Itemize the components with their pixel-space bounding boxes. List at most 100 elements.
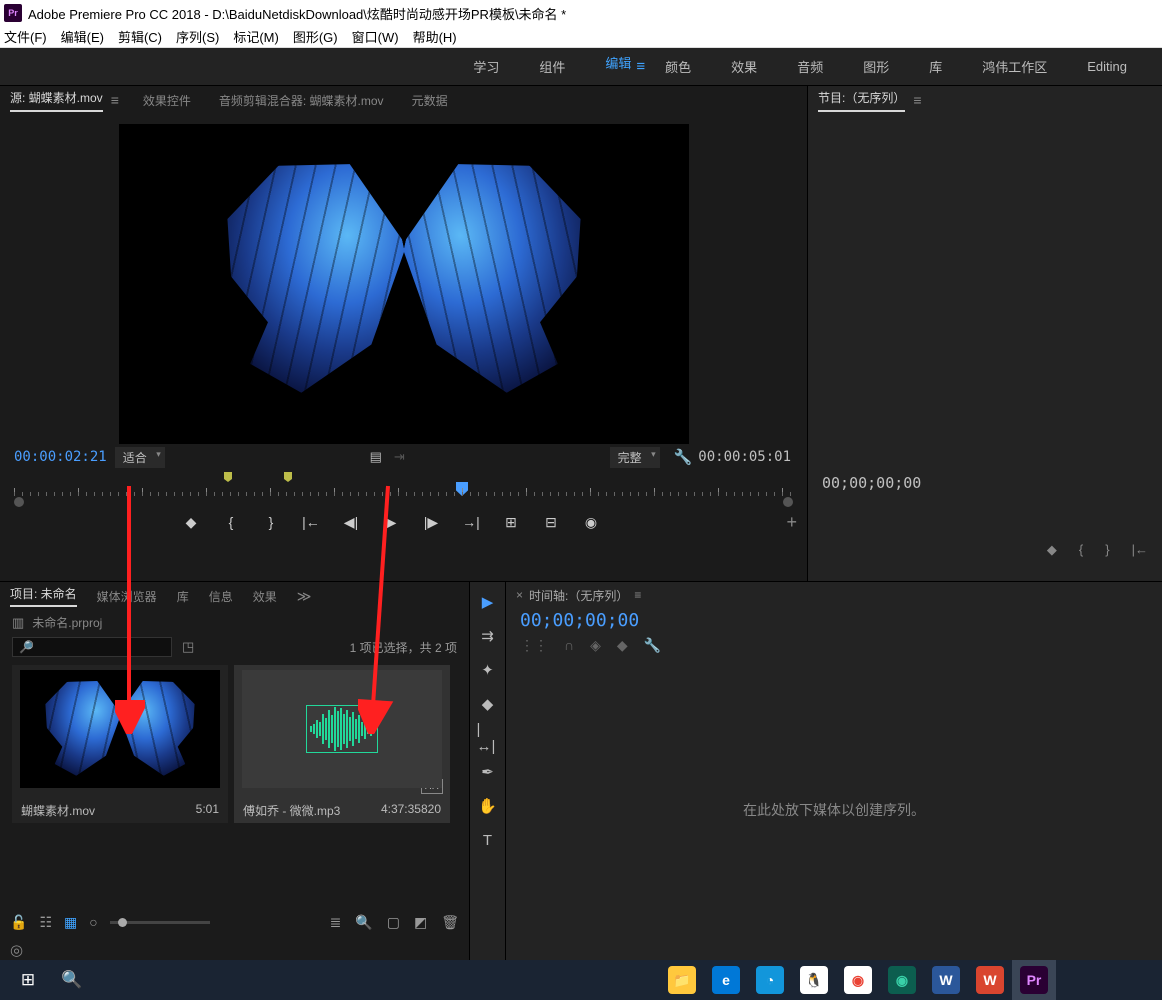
trash-icon[interactable]: 🗑 xyxy=(441,914,459,931)
filter-bin-icon[interactable]: ◳ xyxy=(182,639,194,655)
menu-图形[interactable]: 图形(G) xyxy=(293,27,338,46)
mark-out-button[interactable]: { xyxy=(222,514,240,530)
workspace-menu-icon[interactable]: ≡ xyxy=(636,58,645,75)
workspace-tab-Editing[interactable]: Editing xyxy=(1087,59,1127,74)
taskbar-app-file-explorer[interactable]: 📁 xyxy=(660,960,704,1000)
workspace-tab-音频[interactable]: 音频 xyxy=(797,57,823,76)
workspace-tab-效果[interactable]: 效果 xyxy=(731,57,757,76)
workspace-tab-颜色[interactable]: 颜色 xyxy=(665,57,691,76)
project-tab[interactable]: 信息 xyxy=(209,588,233,605)
project-tab[interactable]: 媒体浏览器 xyxy=(97,588,157,605)
close-panel-icon[interactable]: × xyxy=(516,588,523,602)
timeline-settings-icon[interactable]: ◆ xyxy=(617,637,628,654)
selection-tool-icon[interactable]: ▶ xyxy=(477,592,499,612)
tab-program[interactable]: 节目:（无序列） xyxy=(818,89,905,112)
taskbar-app-edge[interactable]: ◉ xyxy=(880,960,924,1000)
source-zoom-dropdown[interactable]: 适合 xyxy=(115,447,165,468)
step-back-button[interactable]: ◀| xyxy=(342,514,360,531)
mark-in-button[interactable]: ◆ xyxy=(182,514,200,531)
taskbar-app-wps[interactable]: W xyxy=(968,960,1012,1000)
taskbar-app-premiere[interactable]: Pr xyxy=(1012,960,1056,1000)
workspace-tab-组件[interactable]: 组件 xyxy=(539,57,565,76)
slip-tool-icon[interactable]: |↔| xyxy=(477,728,499,748)
go-to-in-button[interactable]: |← xyxy=(302,514,320,530)
overlay-icon[interactable]: ⇥ xyxy=(394,449,405,465)
linked-selection-icon[interactable]: ∩ xyxy=(564,637,574,654)
source-tab[interactable]: 效果控件 xyxy=(143,92,191,109)
taskbar-app-chrome[interactable]: ◉ xyxy=(836,960,880,1000)
taskbar-app-qq-browser[interactable]: ◔ xyxy=(748,960,792,1000)
panel-menu-icon[interactable]: ≡ xyxy=(111,92,119,108)
source-tab[interactable]: 源: 蝴蝶素材.mov xyxy=(10,89,103,112)
workspace-tab-图形[interactable]: 图形 xyxy=(863,57,889,76)
go-to-in-button[interactable]: |← xyxy=(1132,542,1148,558)
project-search-input[interactable] xyxy=(12,637,172,657)
creative-cloud-icon[interactable]: ◎ xyxy=(0,939,469,961)
razor-tool-icon[interactable]: ◆ xyxy=(477,694,499,714)
panel-menu-icon[interactable]: ≡ xyxy=(913,92,921,108)
source-ruler[interactable] xyxy=(0,470,807,505)
source-monitor-video[interactable] xyxy=(119,124,689,444)
new-item-icon[interactable]: ◩ xyxy=(414,914,427,931)
pen-tool-icon[interactable]: ✒ xyxy=(477,762,499,782)
menu-序列[interactable]: 序列(S) xyxy=(176,27,219,46)
source-zoom-scrollbar[interactable] xyxy=(14,499,793,505)
taskbar-app-edge-old[interactable]: e xyxy=(704,960,748,1000)
insert-button[interactable]: ⊞ xyxy=(502,514,520,531)
panel-menu-icon[interactable]: ≡ xyxy=(634,588,641,602)
thumbnail-size-slider[interactable] xyxy=(110,921,210,924)
source-tab[interactable]: 元数据 xyxy=(412,92,448,109)
project-tab[interactable]: 库 xyxy=(177,588,189,605)
timeline-timecode[interactable]: 00;00;00;00 xyxy=(506,608,1162,633)
snap-icon[interactable]: ⋮⋮ xyxy=(520,637,548,654)
wrench-icon[interactable]: 🔧 xyxy=(674,448,693,466)
overflow-chevron-icon[interactable]: ≫ xyxy=(297,588,312,605)
start-button[interactable]: ⊞ xyxy=(6,960,50,1000)
find-icon[interactable]: 🔍 xyxy=(355,914,372,931)
menu-编辑[interactable]: 编辑(E) xyxy=(61,27,104,46)
mark-clip-button[interactable]: } xyxy=(262,514,280,530)
mark-out-button[interactable]: { xyxy=(1079,542,1083,558)
go-to-out-button[interactable]: →| xyxy=(462,514,480,530)
lock-icon[interactable]: 🔓 xyxy=(10,914,27,931)
workspace-tab-库[interactable]: 库 xyxy=(929,57,942,76)
menu-标记[interactable]: 标记(M) xyxy=(233,27,279,46)
mark-in-button[interactable]: ◆ xyxy=(1047,542,1057,558)
type-tool-icon[interactable]: T xyxy=(477,830,499,850)
menu-帮助[interactable]: 帮助(H) xyxy=(413,27,457,46)
list-view-icon[interactable]: ☷ xyxy=(39,914,52,931)
ripple-edit-tool-icon[interactable]: ✦ xyxy=(477,660,499,680)
sort-icon[interactable]: ≣ xyxy=(330,914,342,931)
program-timecode[interactable]: 00;00;00;00 xyxy=(822,474,921,492)
wrench-icon[interactable]: 🔧 xyxy=(644,637,661,654)
new-bin-icon[interactable]: ▢ xyxy=(387,914,400,931)
settings-icon[interactable]: ▤ xyxy=(370,449,382,465)
track-select-tool-icon[interactable]: ⇉ xyxy=(477,626,499,646)
workspace-tab-鸿伟工作区[interactable]: 鸿伟工作区 xyxy=(982,57,1047,76)
marker-icon[interactable] xyxy=(284,472,292,482)
hand-tool-icon[interactable]: ✋ xyxy=(477,796,499,816)
add-marker-icon[interactable]: ◈ xyxy=(590,637,601,654)
icon-view-icon[interactable]: ▦ xyxy=(64,914,77,931)
taskbar-app-qq[interactable]: 🐧 xyxy=(792,960,836,1000)
source-tab[interactable]: 音频剪辑混合器: 蝴蝶素材.mov xyxy=(219,92,384,109)
play-button[interactable]: ▶ xyxy=(382,514,400,531)
taskbar-app-word[interactable]: W xyxy=(924,960,968,1000)
source-quality-dropdown[interactable]: 完整 xyxy=(610,447,660,468)
marker-icon[interactable] xyxy=(224,472,232,482)
project-tab[interactable]: 项目: 未命名 xyxy=(10,585,77,607)
freeform-view-icon[interactable]: ○ xyxy=(89,914,97,930)
source-timecode-current[interactable]: 00:00:02:21 xyxy=(14,449,107,465)
overwrite-button[interactable]: ⊟ xyxy=(542,514,560,531)
workspace-tab-学习[interactable]: 学习 xyxy=(473,57,499,76)
workspace-tab-编辑[interactable]: 编辑 xyxy=(605,53,631,80)
button-editor-plus-icon[interactable]: + xyxy=(786,512,797,533)
project-tab[interactable]: 效果 xyxy=(253,588,277,605)
menu-剪辑[interactable]: 剪辑(C) xyxy=(118,27,162,46)
project-item[interactable]: 蝴蝶素材.mov5:01 xyxy=(12,665,228,823)
mark-clip-button[interactable]: } xyxy=(1105,542,1109,558)
timeline-drop-area[interactable]: 在此处放下媒体以创建序列。 xyxy=(506,658,1162,961)
menu-窗口[interactable]: 窗口(W) xyxy=(352,27,399,46)
search-button[interactable]: 🔍 xyxy=(50,960,94,1000)
step-forward-button[interactable]: |▶ xyxy=(422,514,440,531)
